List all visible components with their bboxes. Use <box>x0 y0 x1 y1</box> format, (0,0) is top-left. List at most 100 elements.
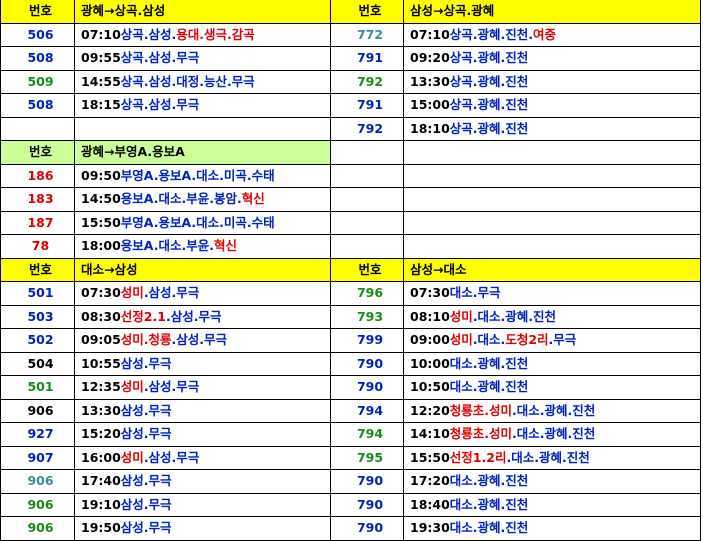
route-stops: 용대.생극.감곡 <box>176 26 255 42</box>
timetable-row: 906 17:40삼성.무극 790 17:20대소.광혜.진천 <box>0 469 701 494</box>
departure-route: 09:00성미.대소.도청2리.무극 <box>403 328 701 353</box>
departure-route: 19:10삼성.무극 <box>74 492 331 517</box>
bus-number: 772 <box>330 22 404 47</box>
route-stops: 삼성.무극 <box>120 520 172 536</box>
timetable-row: 501 12:35성미.삼성.무극 790 10:50대소.광혜.진천 <box>0 375 701 400</box>
departure-time: 14:55 <box>81 73 121 89</box>
column-header-number: 번호 <box>330 0 404 24</box>
bus-number: 792 <box>330 116 404 141</box>
route-stops: .삼성.무극 <box>165 308 222 324</box>
route-stops: 상곡.삼성.무극 <box>120 50 200 66</box>
timetable-row: 502 09:05성미.청룡.삼성.무극 799 09:00성미.대소.도청2리.무극 <box>0 328 701 353</box>
timetable-row: 509 14:55상곡.삼성.대정.능산.무극 792 13:30상곡.광혜.진천 <box>0 69 701 94</box>
route-stops: .대소. <box>472 332 506 348</box>
departure-time: 15:00 <box>410 97 450 113</box>
departure-time: 08:30 <box>81 308 121 324</box>
departure-time: 13:30 <box>81 402 121 418</box>
departure-time: 08:10 <box>410 308 450 324</box>
route-stops: 혁신 <box>241 191 265 207</box>
bus-number: 795 <box>330 445 404 470</box>
departure-time: 16:00 <box>81 449 121 465</box>
route-stops: 상곡.삼성.무극 <box>120 97 200 113</box>
departure-route: 17:40삼성.무극 <box>74 469 331 494</box>
departure-route: 15:20삼성.무극 <box>74 422 331 447</box>
departure-route: 15:50부영A.용보A.대소.미곡.수태 <box>74 210 331 235</box>
timetable-row: 503 08:30선정2.1.삼성.무극 793 08:10성미.대소.광혜.진천 <box>0 304 701 329</box>
departure-time: 13:30 <box>410 73 450 89</box>
column-header-route: 광혜→부영A.용보A <box>74 140 331 165</box>
timetable-row: 508 09:55상곡.삼성.무극 791 09:20상곡.광혜.진천 <box>0 46 701 71</box>
bus-number: 791 <box>330 93 404 118</box>
timetable-section-header: 번호 광혜→상곡.삼성 번호 삼성→상곡.광혜 <box>0 0 701 24</box>
departure-time: 10:55 <box>81 355 121 371</box>
departure-route: 15:50선정1.2리.대소.광혜.진천 <box>403 445 701 470</box>
departure-route: 07:10상곡.삼성.용대.생극.감곡 <box>74 22 331 47</box>
bus-number: 508 <box>0 46 75 71</box>
bus-number: 501 <box>0 281 75 306</box>
departure-time: 19:10 <box>81 496 121 512</box>
column-header-number: 번호 <box>0 0 75 24</box>
departure-route: 17:20대소.광혜.진천 <box>403 469 701 494</box>
timetable-section-header: 번호 대소→삼성 번호 삼성→대소 <box>0 257 701 282</box>
departure-route: 18:15상곡.삼성.무극 <box>74 93 331 118</box>
bus-number: 791 <box>330 46 404 71</box>
bus-number <box>0 116 75 141</box>
bus-number: 794 <box>330 422 404 447</box>
departure-time: 18:00 <box>81 238 121 254</box>
departure-time: 09:55 <box>81 50 121 66</box>
timetable-row: 183 14:50용보A.대소.부윤.봉암.혁신 <box>0 187 701 212</box>
timetable-body: 번호 광혜→상곡.삼성 번호 삼성→상곡.광혜 506 07:10상곡.삼성.용대.생극.… <box>0 0 701 541</box>
departure-time: 07:30 <box>410 285 450 301</box>
bus-number: 183 <box>0 187 75 212</box>
bus-number: 504 <box>0 351 75 376</box>
departure-time: 14:10 <box>410 426 450 442</box>
departure-time: 17:20 <box>410 473 450 489</box>
route-stops: 도청2리 <box>505 332 549 348</box>
departure-route: 18:00용보A.대소.부윤.혁신 <box>74 234 331 259</box>
departure-route: 13:30상곡.광혜.진천 <box>403 69 701 94</box>
route-stops: 성미 <box>120 379 144 395</box>
departure-route: 07:30대소.무극 <box>403 281 701 306</box>
route-stops: 청룡초.성미 <box>449 426 513 442</box>
departure-route: 19:30대소.광혜.진천 <box>403 516 701 541</box>
departure-route: 10:55삼성.무극 <box>74 351 331 376</box>
departure-route: 13:30삼성.무극 <box>74 398 331 423</box>
route-stops: 혁신 <box>213 238 237 254</box>
timetable-row: 906 19:10삼성.무극 790 18:40대소.광혜.진천 <box>0 492 701 517</box>
route-stops: 상곡.광혜.진천. <box>449 26 534 42</box>
route-stops: 성미 <box>120 285 144 301</box>
column-header-route: 삼성→대소 <box>403 257 701 282</box>
column-header-route: 광혜→상곡.삼성 <box>74 0 331 24</box>
departure-route: 09:55상곡.삼성.무극 <box>74 46 331 71</box>
route-stops: 상곡.삼성. <box>120 26 177 42</box>
departure-route: 08:30선정2.1.삼성.무극 <box>74 304 331 329</box>
route-stops: 부영A.용보A.대소.미곡.수태 <box>120 214 275 230</box>
empty-cell <box>330 140 404 165</box>
bus-number: 790 <box>330 492 404 517</box>
route-stops: 상곡.광혜.진천 <box>449 50 529 66</box>
route-stops: .삼성.무극 <box>143 379 200 395</box>
bus-number: 906 <box>0 516 75 541</box>
departure-route: 18:10상곡.광혜.진천 <box>403 116 701 141</box>
column-header-number: 번호 <box>330 257 404 282</box>
departure-time: 15:20 <box>81 426 121 442</box>
route-stops: 삼성.무극 <box>120 402 172 418</box>
timetable-row: 907 16:00성미.삼성.무극 795 15:50선정1.2리.대소.광혜.진천 <box>0 445 701 470</box>
empty-cell <box>403 187 701 212</box>
column-header-route: 삼성→상곡.광혜 <box>403 0 701 24</box>
bus-number: 790 <box>330 516 404 541</box>
departure-time: 09:20 <box>410 50 450 66</box>
departure-time: 19:50 <box>81 520 121 536</box>
bus-number: 790 <box>330 469 404 494</box>
departure-route: 10:50대소.광혜.진천 <box>403 375 701 400</box>
route-stops: 대소.광혜.진천 <box>449 496 529 512</box>
route-stops: 용보A.대소.부윤. <box>120 238 214 254</box>
departure-time: 15:50 <box>410 449 450 465</box>
departure-time: 07:10 <box>81 26 121 42</box>
route-stops: 대소.광혜.진천 <box>449 379 529 395</box>
departure-route: 07:30성미.삼성.무극 <box>74 281 331 306</box>
empty-cell <box>403 163 701 188</box>
bus-number: 790 <box>330 375 404 400</box>
departure-route: 16:00성미.삼성.무극 <box>74 445 331 470</box>
bus-number: 790 <box>330 351 404 376</box>
